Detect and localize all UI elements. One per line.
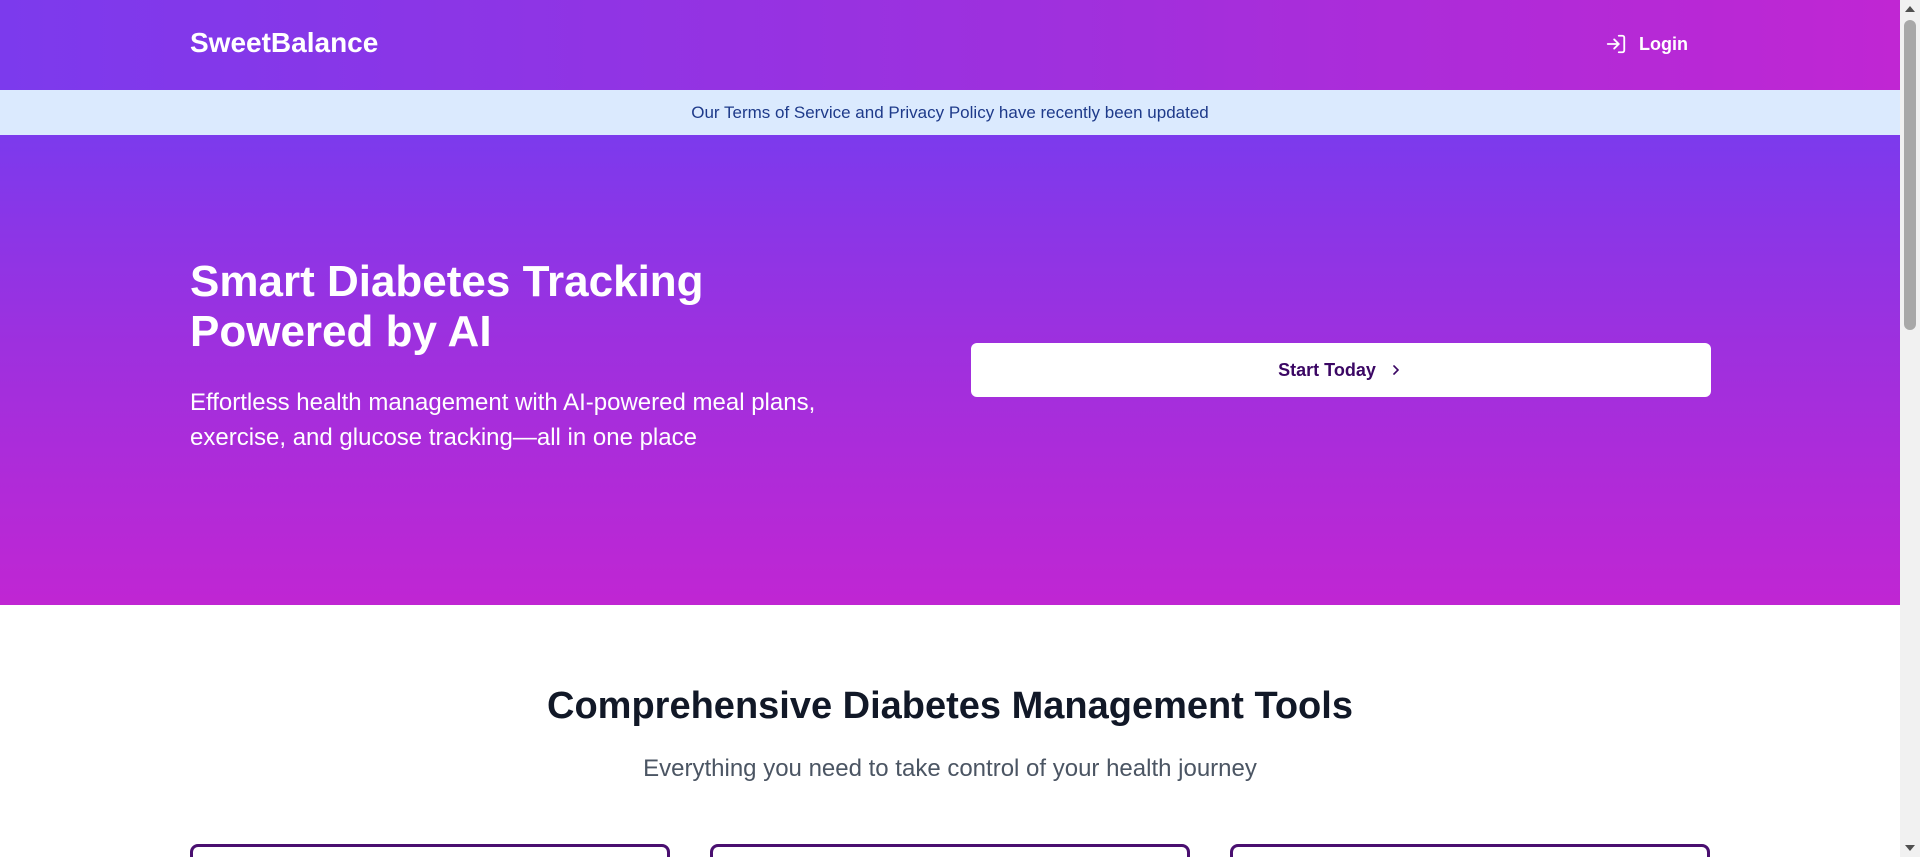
login-button[interactable]: Login [1605,33,1688,55]
page: SweetBalance Login Our Terms of Service … [0,0,1900,857]
site-header: SweetBalance Login [0,0,1900,90]
login-label: Login [1639,33,1688,54]
hero-title: Smart Diabetes Tracking Powered by AI [190,257,704,356]
policy-update-text[interactable]: Our Terms of Service and Privacy Policy … [691,103,1209,123]
scroll-up-arrow-icon[interactable] [1905,6,1915,12]
vertical-scrollbar[interactable] [1900,0,1920,857]
feature-card[interactable] [1230,844,1710,857]
scrollbar-thumb[interactable] [1904,20,1916,330]
hero-section: Smart Diabetes Tracking Powered by AI Ef… [0,135,1900,605]
log-in-icon [1605,33,1627,55]
feature-card[interactable] [190,844,670,857]
feature-card[interactable] [710,844,1190,857]
policy-update-banner: Our Terms of Service and Privacy Policy … [0,90,1900,135]
hero-subtitle: Effortless health management with AI-pow… [190,389,816,451]
tools-section-subtitle: Everything you need to take control of y… [643,755,1257,782]
start-today-label: Start Today [1278,359,1376,380]
brand-logo[interactable]: SweetBalance [190,27,378,59]
start-today-button[interactable]: Start Today [971,343,1711,397]
chevron-right-icon [1388,362,1404,378]
tools-section-title: Comprehensive Diabetes Management Tools [547,685,1353,727]
scroll-down-arrow-icon[interactable] [1905,845,1915,851]
